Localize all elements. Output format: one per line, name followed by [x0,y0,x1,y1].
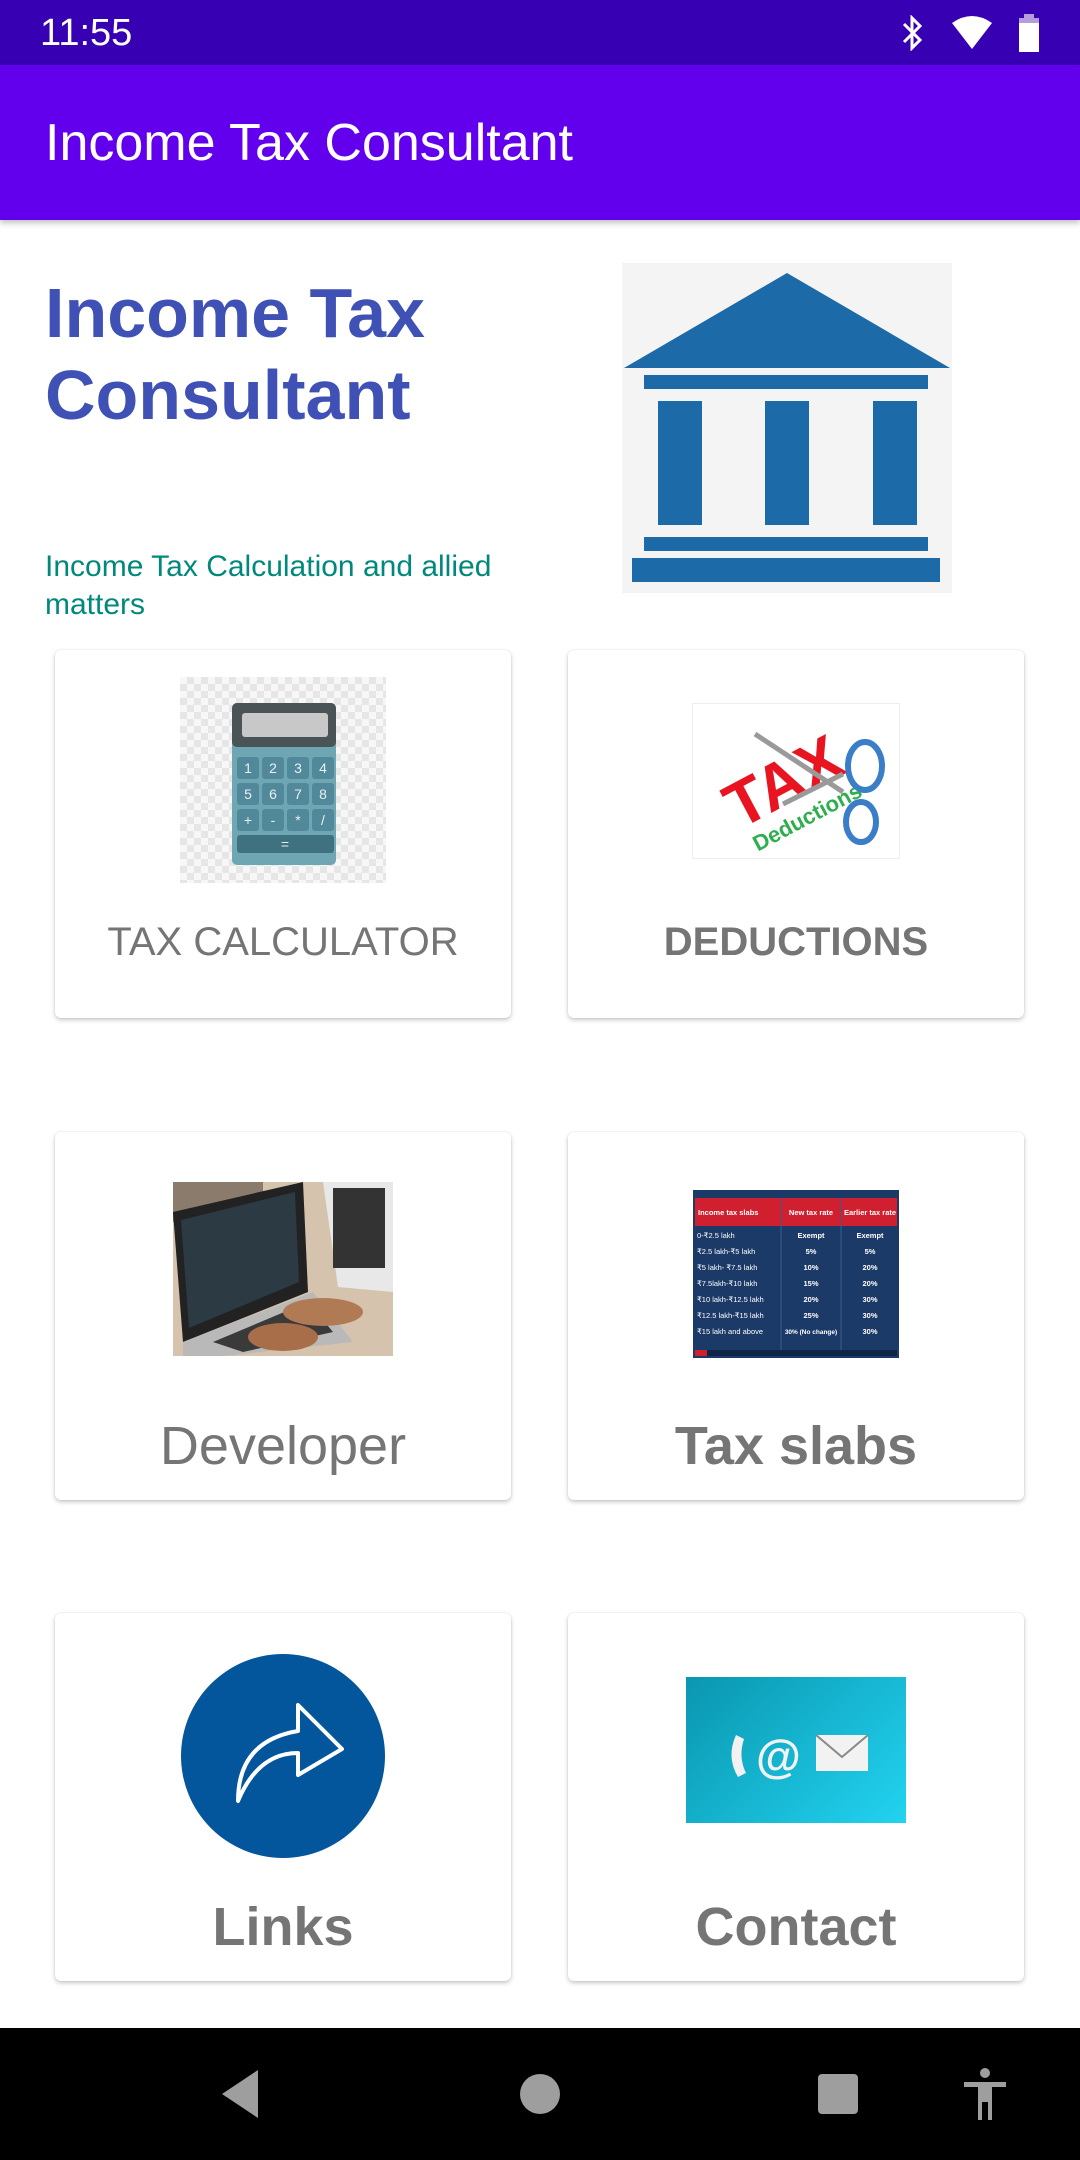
slab-cell: 30% [862,1311,877,1320]
developer-laptop-image [173,1182,393,1356]
slab-cell: Exempt [856,1231,884,1240]
developer-card[interactable]: Developer [55,1132,511,1500]
contact-label: Contact [695,1897,897,1957]
share-arrow-icon-graphic [181,1654,385,1858]
slab-cell: 30% [862,1327,877,1336]
app-bar: Income Tax Consultant [0,65,1080,220]
tax-calculator-label: TAX CALCULATOR [107,920,459,964]
calc-key: 2 [269,760,277,776]
laptop-icon [173,1182,393,1356]
calc-key: + [244,812,252,828]
calc-key: / [321,812,325,828]
tax-slabs-card[interactable]: Income tax slabs New tax rate Earlier ta… [568,1132,1024,1500]
links-card[interactable]: Links [55,1613,511,1981]
slab-cell: ₹12.5 lakh-₹15 lakh [697,1311,764,1320]
calc-key: 1 [244,760,252,776]
slab-cell: 0-₹2.5 lakh [697,1231,735,1240]
tax-calculator-card[interactable]: 1 2 3 4 5 6 7 8 + - * / = TAX CALCULATOR [55,650,511,1018]
hero-subtitle: Income Tax Calculation and allied matter… [45,550,492,621]
slab-cell: ₹15 lakh and above [697,1327,763,1336]
contact-phone-email-image: @ [686,1677,906,1823]
calc-key: * [295,812,301,828]
tax-slabs-table-image: Income tax slabs New tax rate Earlier ta… [693,1190,899,1358]
slab-cell: 15% [803,1279,818,1288]
developer-label: Developer [159,1416,407,1476]
bank-building-icon [624,273,950,582]
slab-cell: 5% [865,1247,876,1256]
wifi-icon [952,16,992,49]
tax-slabs-table: Income tax slabs New tax rate Earlier ta… [693,1190,899,1358]
home-icon[interactable] [518,2072,562,2116]
slab-header: New tax rate [789,1208,833,1217]
slab-cell: 20% [862,1279,877,1288]
calc-key: = [281,836,289,852]
slab-cell: ₹5 lakh- ₹7.5 lakh [697,1263,757,1272]
calculator-image: 1 2 3 4 5 6 7 8 + - * / = [180,677,386,883]
accessibility-icon[interactable] [962,2068,1008,2120]
back-icon[interactable] [218,2068,262,2120]
app-bar-title: Income Tax Consultant [45,114,573,172]
slab-cell: 20% [803,1295,818,1304]
calc-key: 5 [244,786,252,802]
battery-icon [1019,14,1039,52]
calc-key: 7 [294,786,302,802]
slab-cell: 30% [862,1295,877,1304]
contact-icons: @ [731,1730,869,1782]
bluetooth-icon [902,15,923,51]
scissors-icon: TAX Deductions [712,721,885,856]
hero-title: Income Tax Consultant [45,274,425,434]
calculator-icon: 1 2 3 4 5 6 7 8 + - * / = [232,703,336,865]
slab-header: Income tax slabs [698,1208,758,1217]
recents-icon[interactable] [816,2072,860,2116]
slab-cell: 20% [862,1263,877,1272]
links-label: Links [212,1897,354,1957]
slab-cell: 25% [803,1311,818,1320]
tax-slabs-label: Tax slabs [674,1416,918,1476]
svg-text:@: @ [756,1730,801,1782]
slab-cell: 10% [803,1263,818,1272]
slab-cell: ₹10 lakh-₹12.5 lakh [697,1295,764,1304]
calc-key: 6 [269,786,277,802]
slab-cell: 5% [806,1247,817,1256]
slab-cell: Exempt [797,1231,825,1240]
share-arrow-icon [180,1653,386,1859]
slab-header: Earlier tax rate [844,1208,896,1217]
calc-key: 3 [294,760,302,776]
tax-deductions-scissors-image: TAX Deductions [692,703,900,859]
slab-cell: ₹2.5 lakh-₹5 lakh [697,1247,755,1256]
deductions-card[interactable]: TAX Deductions DEDUCTIONS [568,650,1024,1018]
slab-cell: 30% (No change) [785,1329,837,1336]
slab-cell: ₹7.5lakh-₹10 lakh [697,1279,757,1288]
contact-card[interactable]: @ Contact [568,1613,1024,1981]
navigation-bar [0,2028,1080,2160]
deductions-label: DEDUCTIONS [663,920,929,964]
status-bar: 11:55 [0,0,1080,65]
calc-key: 8 [319,786,327,802]
calc-key: - [271,812,276,828]
bank-logo [622,263,952,593]
calc-key: 4 [319,760,327,776]
status-time: 11:55 [40,12,133,54]
